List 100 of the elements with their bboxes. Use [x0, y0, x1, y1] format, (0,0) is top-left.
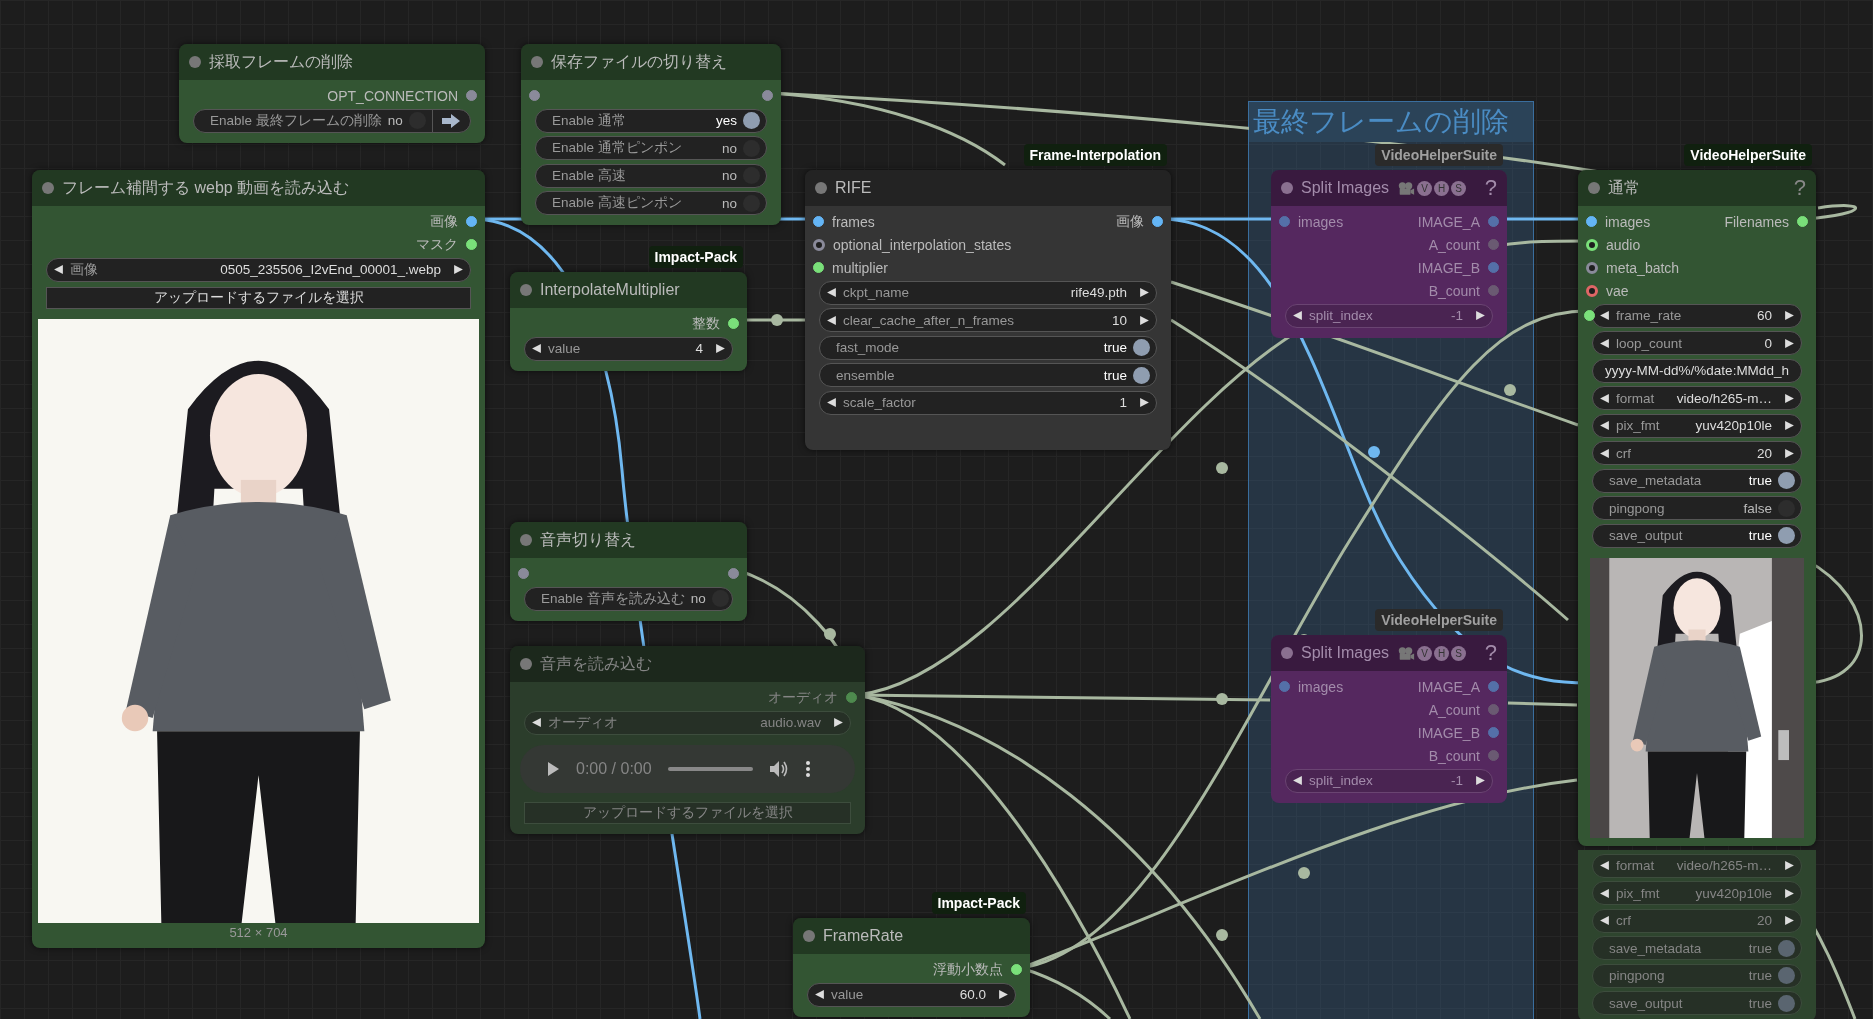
toggle-knob[interactable]: [1778, 472, 1795, 490]
number-widget[interactable]: clear_cache_after_n_frames 10: [819, 308, 1157, 333]
slot-dot[interactable]: [813, 238, 825, 251]
slot-dot[interactable]: [1488, 727, 1499, 738]
slot-dot[interactable]: [518, 568, 529, 579]
toggle-widget[interactable]: pingpong true: [1592, 963, 1802, 988]
right-arrow-icon[interactable]: [833, 717, 844, 729]
node-header[interactable]: 通常 ?: [1578, 170, 1816, 206]
help-mark[interactable]: ?: [1484, 640, 1497, 666]
toggle-knob[interactable]: [743, 112, 760, 130]
collapse-dot-icon[interactable]: [189, 56, 201, 68]
number-widget[interactable]: frame_rate 60: [1592, 303, 1802, 328]
more-icon[interactable]: [804, 759, 811, 778]
toggle-widget[interactable]: save_output true: [1592, 523, 1802, 548]
toggle-widget[interactable]: Enable 高速 no: [535, 163, 767, 188]
toggle-widget[interactable]: Enable 最終フレームの削除 no: [193, 108, 471, 133]
number-widget[interactable]: オーディオ audio.wav: [524, 710, 851, 735]
left-arrow-icon[interactable]: [1599, 392, 1610, 404]
toggle-widget[interactable]: ensemble true: [819, 363, 1157, 388]
node-panel[interactable]: 音声を読み込む オーディオ オーディオ audio.wav 0:00 / 0:00 アップロードするファイルを選択: [510, 646, 865, 834]
toggle-knob[interactable]: [1778, 499, 1795, 517]
node-panel[interactable]: 保存ファイルの切り替え Enable 通常 yes Enable 通常ピンポン no Enable 高速 no Enable 高速ピンポン no: [521, 44, 781, 225]
toggle-widget[interactable]: save_output true: [1592, 991, 1802, 1016]
left-arrow-icon[interactable]: [814, 989, 825, 1001]
number-widget[interactable]: pix_fmt yuv420p10le: [1592, 881, 1802, 906]
toggle-knob[interactable]: [1778, 527, 1795, 545]
right-arrow-icon[interactable]: [1139, 397, 1150, 409]
collapse-dot-icon[interactable]: [1281, 182, 1293, 194]
slot-dot[interactable]: [1152, 216, 1163, 227]
slot-dot[interactable]: [1279, 216, 1290, 227]
node-header[interactable]: RIFE: [805, 170, 1171, 206]
left-arrow-icon[interactable]: [826, 397, 837, 409]
toggle-knob[interactable]: [1778, 967, 1795, 985]
toggle-knob[interactable]: [1778, 994, 1795, 1012]
slot-dot[interactable]: [529, 90, 540, 101]
toggle-knob[interactable]: [743, 194, 760, 212]
toggle-knob[interactable]: [1133, 339, 1150, 357]
number-widget[interactable]: value 60.0: [807, 982, 1016, 1007]
node-panel[interactable]: format video/h265-m… pix_fmt yuv420p10le crf 20 save_metadata true pingpong true save_output true: [1578, 850, 1816, 1019]
toggle-knob[interactable]: [1778, 939, 1795, 957]
number-widget[interactable]: value 4: [524, 336, 733, 361]
slot-dot[interactable]: [1488, 216, 1499, 227]
node-header[interactable]: 保存ファイルの切り替え: [521, 44, 781, 80]
right-arrow-icon[interactable]: [1139, 287, 1150, 299]
left-arrow-icon[interactable]: [1599, 310, 1610, 322]
left-arrow-icon[interactable]: [826, 287, 837, 299]
number-widget[interactable]: crf 20: [1592, 908, 1802, 933]
left-arrow-icon[interactable]: [1599, 337, 1610, 349]
slot-dot[interactable]: [1279, 681, 1290, 692]
left-arrow-icon[interactable]: [826, 314, 837, 326]
right-arrow-icon[interactable]: [1784, 337, 1795, 349]
collapse-dot-icon[interactable]: [1281, 647, 1293, 659]
slot-dot[interactable]: [728, 568, 739, 579]
slot-dot[interactable]: [1488, 750, 1499, 761]
play-icon[interactable]: [546, 760, 560, 777]
toggle-widget[interactable]: save_metadata true: [1592, 936, 1802, 961]
collapse-dot-icon[interactable]: [531, 56, 543, 68]
slot-dot[interactable]: [1586, 216, 1597, 227]
node-panel[interactable]: 採取フレームの削除 OPT_CONNECTION Enable 最終フレームの削除 no: [179, 44, 485, 143]
number-widget[interactable]: 画像 0505_235506_I2vEnd_00001_.webp: [46, 257, 471, 282]
number-widget[interactable]: ckpt_name rife49.pth: [819, 280, 1157, 305]
toggle-widget[interactable]: Enable 通常 yes: [535, 108, 767, 133]
right-arrow-icon[interactable]: [715, 343, 726, 355]
collapse-dot-icon[interactable]: [815, 182, 827, 194]
text-field[interactable]: yyyy-MM-dd%/%date:MMdd_h: [1592, 358, 1802, 383]
right-arrow-icon[interactable]: [1784, 447, 1795, 459]
node-panel[interactable]: フレーム補間する webp 動画を読み込む 画像 マスク 画像 0505_235506_I2vEnd_00001_.webp アップロードするファイルを選択 512 × 704: [32, 170, 485, 948]
left-arrow-icon[interactable]: [1292, 310, 1303, 322]
number-widget[interactable]: format video/h265-m…: [1592, 853, 1802, 878]
toggle-widget[interactable]: Enable 通常ピンポン no: [535, 136, 767, 161]
slot-dot[interactable]: [1586, 284, 1598, 297]
collapse-dot-icon[interactable]: [520, 284, 532, 296]
toggle-widget[interactable]: save_metadata true: [1592, 468, 1802, 493]
upload-button[interactable]: アップロードするファイルを選択: [524, 802, 851, 825]
left-arrow-icon[interactable]: [1292, 775, 1303, 787]
node-header[interactable]: 音声を読み込む: [510, 646, 865, 682]
volume-icon[interactable]: [768, 759, 789, 778]
number-widget[interactable]: crf 20: [1592, 441, 1802, 466]
slot-dot[interactable]: [466, 90, 477, 101]
left-arrow-icon[interactable]: [53, 264, 64, 276]
toggle-knob[interactable]: [743, 167, 760, 185]
left-arrow-icon[interactable]: [1599, 447, 1610, 459]
toggle-knob[interactable]: [743, 139, 760, 157]
left-arrow-icon[interactable]: [531, 717, 542, 729]
right-arrow-icon[interactable]: [453, 264, 464, 276]
slot-dot[interactable]: [813, 216, 824, 227]
collapse-dot-icon[interactable]: [520, 658, 532, 670]
node-header[interactable]: 採取フレームの削除: [179, 44, 485, 80]
node-panel[interactable]: 音声切り替え Enable 音声を読み込む no: [510, 522, 747, 621]
right-arrow-icon[interactable]: [1139, 314, 1150, 326]
number-widget[interactable]: loop_count 0: [1592, 331, 1802, 356]
node-header[interactable]: フレーム補間する webp 動画を読み込む: [32, 170, 485, 206]
number-widget[interactable]: split_index -1: [1285, 303, 1493, 328]
toggle-knob[interactable]: [711, 590, 729, 608]
slot-dot[interactable]: [1586, 261, 1598, 274]
slot-dot[interactable]: [1488, 262, 1499, 273]
collapse-dot-icon[interactable]: [42, 182, 54, 194]
slot-dot[interactable]: [846, 692, 857, 703]
node-header[interactable]: FrameRate: [793, 918, 1030, 954]
node-header[interactable]: InterpolateMultiplier: [510, 272, 747, 308]
